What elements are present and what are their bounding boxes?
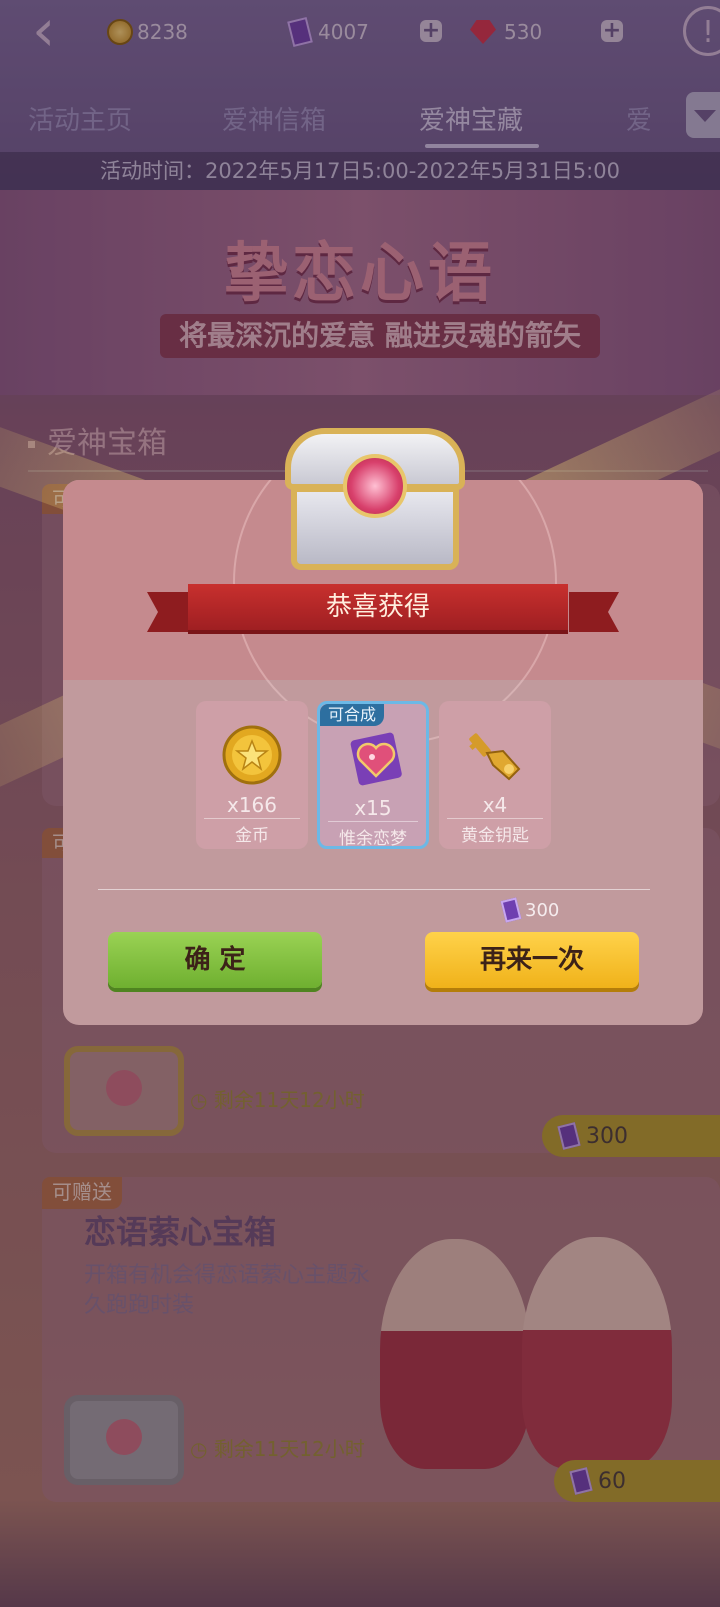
heart-gem-icon bbox=[343, 454, 407, 518]
item-count: x15 bbox=[354, 796, 392, 820]
dialog-title: 恭喜获得 bbox=[188, 584, 568, 630]
item-divider bbox=[328, 821, 418, 822]
dialog-divider bbox=[98, 889, 650, 890]
heart-gem-card-icon bbox=[350, 732, 402, 786]
synthesizable-badge: 可合成 bbox=[320, 704, 385, 726]
item-name: 黄金钥匙 bbox=[461, 826, 529, 846]
gold-coin-icon bbox=[222, 725, 282, 785]
item-name: 金币 bbox=[235, 826, 269, 846]
item-name: 惟余恋梦 bbox=[339, 829, 407, 849]
open-again-button[interactable]: 再来一次 bbox=[425, 932, 639, 988]
item-divider bbox=[447, 818, 543, 819]
reward-item-heart-card[interactable]: 可合成 x15 惟余恋梦 bbox=[317, 701, 429, 849]
reward-item-gold-coin[interactable]: x166 金币 bbox=[196, 701, 308, 849]
item-divider bbox=[204, 818, 300, 819]
treasure-chest-icon bbox=[285, 428, 465, 573]
confirm-button[interactable]: 确 定 bbox=[108, 932, 322, 988]
reward-item-golden-key[interactable]: x4 黄金钥匙 bbox=[439, 701, 551, 849]
retry-cost-value: 300 bbox=[525, 899, 560, 921]
item-count: x4 bbox=[482, 793, 508, 817]
retry-cost: 300 bbox=[500, 897, 560, 923]
item-count: x166 bbox=[226, 793, 277, 817]
golden-key-icon bbox=[469, 733, 521, 781]
purple-ticket-icon bbox=[500, 897, 522, 923]
